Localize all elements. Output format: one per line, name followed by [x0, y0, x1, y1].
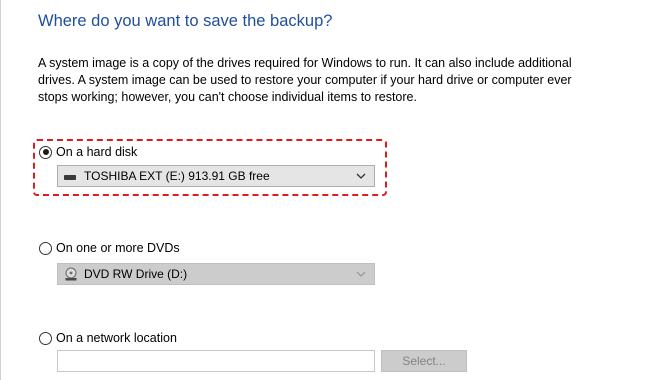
dvd-label: On one or more DVDs	[56, 241, 180, 255]
dvd-radio[interactable]	[39, 241, 52, 255]
network-option[interactable]: On a network location	[39, 331, 177, 345]
dvd-dropdown-value: DVD RW Drive (D:)	[84, 267, 188, 281]
hard-drive-icon	[64, 174, 76, 180]
network-label: On a network location	[56, 331, 177, 345]
network-path-input[interactable]	[57, 350, 375, 372]
hard-disk-dropdown-value: TOSHIBA EXT (E:) 913.91 GB free	[84, 169, 270, 183]
hard-disk-label: On a hard disk	[56, 145, 138, 159]
dvd-option[interactable]: On one or more DVDs	[39, 241, 180, 255]
network-radio[interactable]	[39, 331, 52, 345]
disc-drive-icon	[65, 267, 77, 281]
window-left-edge	[0, 0, 1, 380]
description-text: A system image is a copy of the drives r…	[38, 56, 572, 104]
hard-disk-radio[interactable]	[39, 145, 52, 159]
page-title: Where do you want to save the backup?	[38, 12, 333, 30]
dvd-dropdown[interactable]: DVD RW Drive (D:)	[57, 263, 375, 285]
select-button[interactable]: Select...	[381, 350, 467, 372]
chevron-down-icon[interactable]	[354, 169, 368, 183]
hard-disk-option[interactable]: On a hard disk	[39, 145, 137, 159]
chevron-down-icon[interactable]	[354, 267, 368, 281]
hard-disk-dropdown[interactable]: TOSHIBA EXT (E:) 913.91 GB free	[57, 165, 375, 187]
